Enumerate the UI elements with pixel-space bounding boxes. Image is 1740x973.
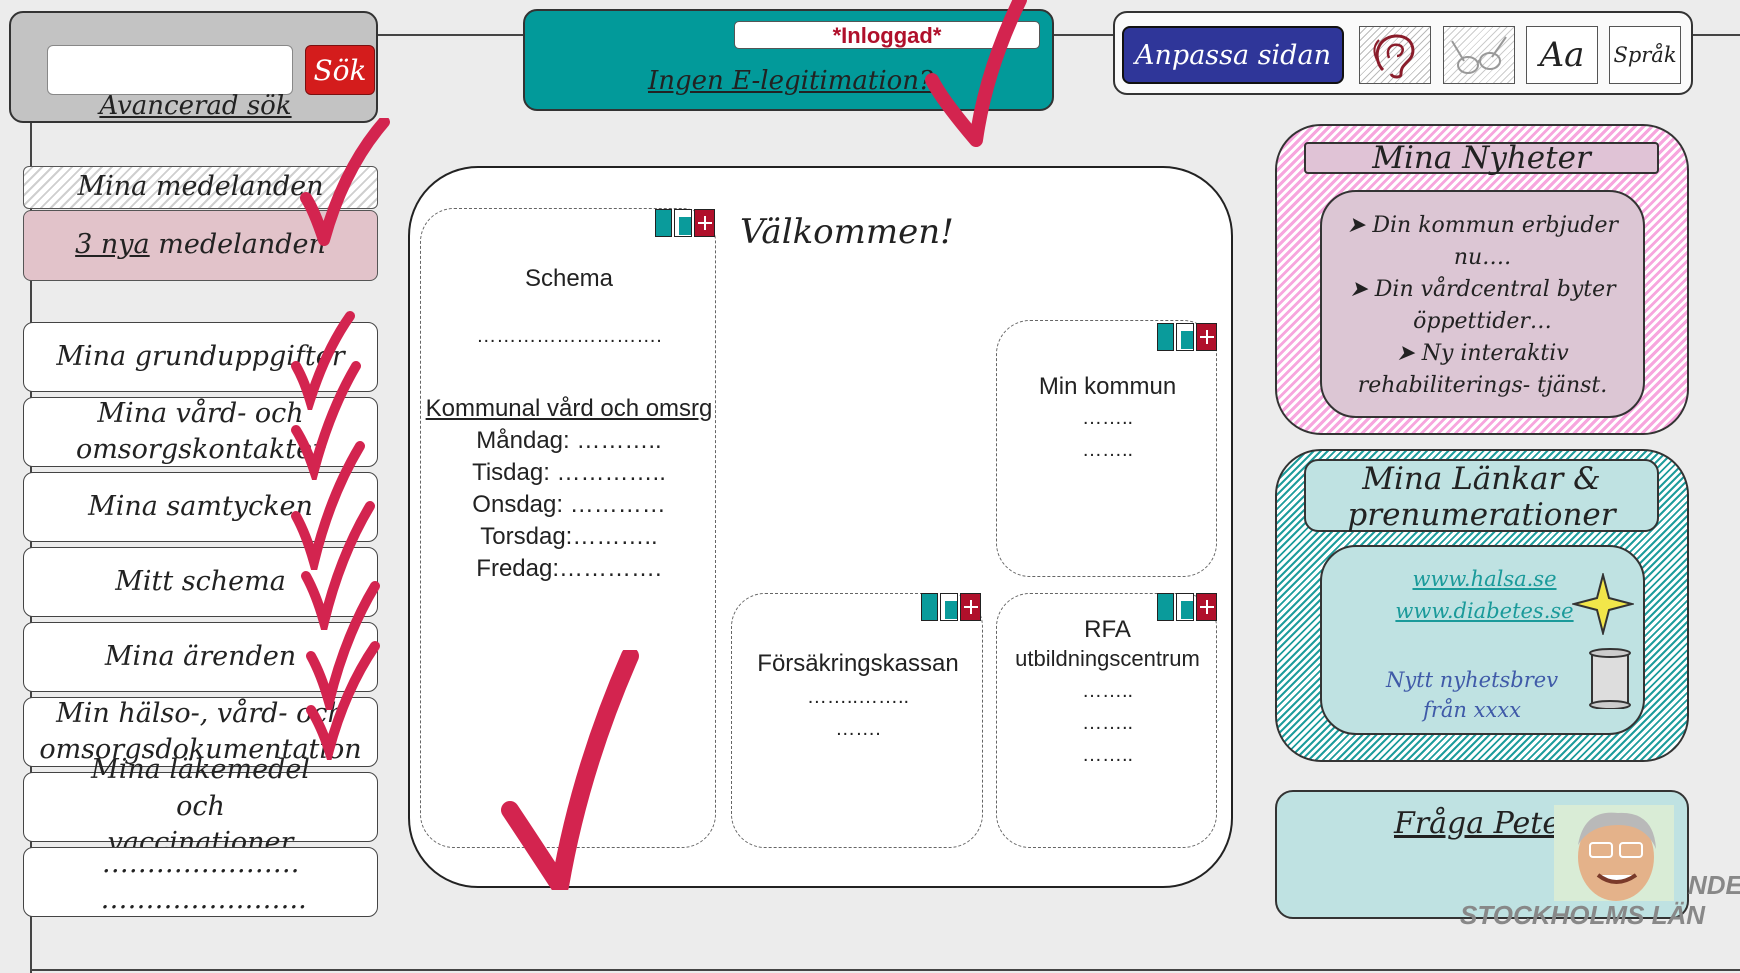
close-icon[interactable] [959, 593, 982, 621]
hearing-button[interactable] [1359, 26, 1431, 84]
check-mark-icon [925, 0, 1027, 147]
news-item[interactable]: ➤ Ny interaktiv rehabiliterings- tjänst. [1322, 338, 1643, 402]
sidebar-item-label: Mitt schema [115, 565, 286, 597]
ask-pete-link[interactable]: Fråga Pete [1394, 806, 1560, 841]
widget-controls [921, 593, 982, 621]
new-messages-link[interactable]: 3 nya [75, 229, 150, 260]
arrow-icon: ➤ [1349, 277, 1375, 302]
minimize-icon[interactable] [655, 209, 673, 237]
news-item[interactable]: ➤ Din kommun erbjuder nu…. [1322, 210, 1643, 274]
minimize-icon[interactable] [921, 593, 939, 621]
news-list: ➤ Din kommun erbjuder nu…. ➤ Din vårdcen… [1320, 190, 1645, 418]
accessibility-toolbar: Anpassa sidan Aa Språk [1113, 11, 1693, 95]
newsletter-link[interactable]: Nytt nyhetsbrev från xxxx [1372, 665, 1572, 725]
scroll-icon [1589, 648, 1631, 709]
search-panel: Sök Avancerad sök [9, 11, 378, 123]
widget-controls [1157, 323, 1218, 351]
widget-line: …….. [1081, 680, 1134, 702]
star-icon [1572, 573, 1634, 635]
avatar [1554, 805, 1674, 901]
sidebar-item-medications[interactable]: Mina läkemedel och vaccinationer [23, 754, 378, 858]
frame-top-line-left [378, 34, 524, 36]
maximize-icon[interactable] [1176, 593, 1194, 621]
widget-title: Försäkringskassan [757, 650, 959, 677]
close-icon[interactable] [693, 209, 716, 237]
news-title: Mina Nyheter [1304, 142, 1659, 174]
sidebar-item-label: Mina samtycken [88, 490, 313, 522]
minimize-icon[interactable] [1157, 323, 1175, 351]
arrow-icon: ➤ [1396, 341, 1422, 366]
search-button[interactable]: Sök [305, 45, 375, 95]
frame-top-line-mid [1054, 34, 1114, 36]
sidebar-item-label: Mina ärenden [104, 640, 297, 672]
widget-title: Schema [524, 265, 614, 292]
ear-icon [1373, 34, 1415, 79]
day-row: Måndag: ……….. [476, 427, 662, 454]
day-row: Fredag:…………. [476, 555, 662, 582]
maximize-icon[interactable] [674, 209, 692, 237]
widget-controls [655, 209, 716, 237]
links-list: www.halsa.se www.diabetes.se Nytt nyhets… [1320, 545, 1645, 735]
arrow-icon: ➤ [1346, 213, 1373, 238]
insurance-agency-widget: Försäkringskassan ……..…….. ……. [731, 593, 983, 848]
links-title: Mina Länkar & prenumerationer [1304, 459, 1659, 533]
customize-page-button[interactable]: Anpassa sidan [1122, 26, 1344, 84]
day-row: Torsdag:……….. [480, 523, 658, 550]
logo-text: NDE [1688, 870, 1740, 900]
widget-title: Min kommun [1038, 373, 1177, 400]
glasses-icon [1451, 36, 1507, 74]
widget-line: ……. [835, 718, 881, 740]
maximize-icon[interactable] [940, 593, 958, 621]
municipality-widget: Min kommun …….. …….. [996, 320, 1217, 577]
widget-controls [1157, 593, 1218, 621]
widget-line: …….. [1081, 744, 1134, 766]
widget-line: …….. [1081, 439, 1134, 461]
close-icon[interactable] [1195, 323, 1218, 351]
sidebar-item-more[interactable]: …………………. ………………….. [23, 847, 378, 917]
schedule-dots: ………………………. [476, 325, 662, 347]
font-size-button[interactable]: Aa [1526, 26, 1598, 84]
close-icon[interactable] [1195, 593, 1218, 621]
search-input[interactable] [47, 45, 293, 95]
schedule-subtitle[interactable]: Kommunal vård och omsrg [411, 395, 727, 423]
maximize-icon[interactable] [1176, 323, 1194, 351]
check-mark-icon [306, 641, 380, 760]
language-button[interactable]: Språk [1609, 26, 1681, 84]
widget-line: …….. [1081, 407, 1134, 429]
widget-line: ……..…….. [806, 686, 910, 708]
news-item[interactable]: ➤ Din vårdcentral byter öppettider… [1322, 274, 1643, 338]
day-row: Onsdag: ………… [472, 491, 666, 518]
rfa-widget: RFA utbildningscentrum …….. …….. …….. [996, 593, 1217, 848]
widget-line: …….. [1081, 712, 1134, 734]
minimize-icon[interactable] [1157, 593, 1175, 621]
welcome-heading: Välkommen! [740, 212, 954, 252]
frame-top-line-right [1693, 34, 1740, 36]
logo-text: STOCKHOLMS LÄN [1460, 900, 1706, 930]
check-mark-icon [300, 118, 390, 246]
sidebar-item-label: …………………. ………………….. [100, 847, 307, 915]
widget-subtitle: utbildningscentrum [1015, 646, 1200, 671]
vision-button[interactable] [1443, 26, 1515, 84]
advanced-search-link[interactable]: Avancerad sök [11, 91, 380, 121]
day-row: Tisdag: ………….. [472, 459, 666, 486]
check-mark-icon [501, 650, 639, 890]
frame-bottom-line [30, 969, 1740, 971]
